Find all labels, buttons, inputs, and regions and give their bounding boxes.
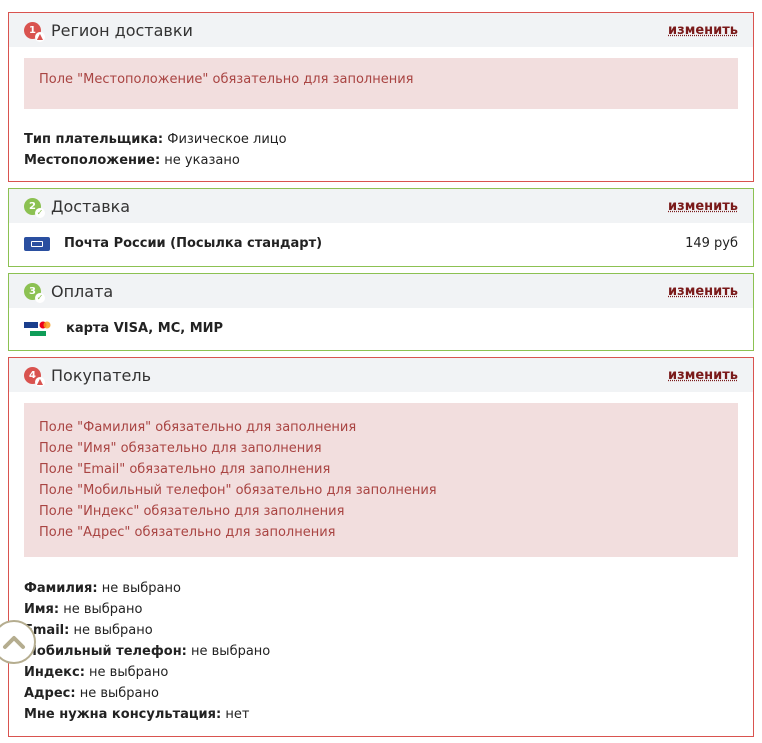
info-value: Физическое лицо (167, 132, 287, 147)
step-4-error-icon: 4 ▲ (24, 366, 45, 387)
payment-title: Оплата (51, 281, 114, 301)
warning-icon: ▲ (35, 376, 45, 387)
info-row: Тип плательщика: Физическое лицо (24, 129, 738, 150)
delivery-header: 2 ✓ Доставка изменить (9, 189, 753, 223)
info-row: Местоположение: не указано (24, 150, 738, 171)
info-value: не выбрано (79, 686, 159, 701)
info-row: Имя: не выбрано (24, 599, 738, 620)
buyer-title: Покупатель (51, 365, 152, 385)
info-row: Мобильный телефон: не выбрано (24, 641, 738, 662)
delivery-price: 149 руб (685, 236, 738, 251)
delivery-title: Доставка (51, 196, 131, 216)
payment-change-link[interactable]: изменить (668, 284, 738, 299)
info-row: Фамилия: не выбрано (24, 578, 738, 599)
info-value: не выбрано (191, 644, 271, 659)
delivery-block: 2 ✓ Доставка изменить Почта России (Посы… (8, 188, 754, 267)
region-title: Регион доставки (51, 20, 193, 40)
payment-header: 3 ✓ Оплата изменить (9, 274, 753, 308)
info-row: Мне нужна консультация: нет (24, 704, 738, 725)
alert-message: Поле "Фамилия" обязательно для заполнени… (39, 420, 357, 435)
check-icon: ✓ (35, 207, 45, 218)
info-label: Адрес: (24, 686, 76, 701)
buyer-info: Фамилия: не выбрано Имя: не выбрано Emai… (9, 578, 753, 725)
region-info: Тип плательщика: Физическое лицо Местопо… (9, 129, 753, 171)
info-row: Email: не выбрано (24, 620, 738, 641)
buyer-header: 4 ▲ Покупатель изменить (9, 358, 753, 392)
alert-message: Поле "Имя" обязательно для заполнения (39, 441, 322, 456)
info-row: Индекс: не выбрано (24, 662, 738, 683)
delivery-change-link[interactable]: изменить (668, 199, 738, 214)
info-value: не указано (164, 153, 240, 168)
alert-message: Поле "Местоположение" обязательно для за… (39, 72, 414, 87)
payment-block: 3 ✓ Оплата изменить карта VISA, MC, МИР (8, 273, 754, 351)
info-label: Тип плательщика: (24, 132, 164, 147)
alert-message: Поле "Адрес" обязательно для заполнения (39, 525, 336, 540)
info-value: не выбрано (101, 581, 181, 596)
warning-icon: ▲ (35, 31, 45, 42)
alert-message: Поле "Мобильный телефон" обязательно для… (39, 483, 437, 498)
info-value: не выбрано (73, 623, 153, 638)
info-label: Имя: (24, 602, 60, 617)
info-row: Адрес: не выбрано (24, 683, 738, 704)
region-change-link[interactable]: изменить (668, 23, 738, 38)
payment-method-row: карта VISA, MC, МИР (9, 308, 753, 349)
payment-method-name: карта VISA, MC, МИР (66, 321, 224, 336)
check-icon: ✓ (35, 292, 45, 303)
info-label: Фамилия: (24, 581, 98, 596)
delivery-service-row: Почта России (Посылка стандарт) 149 руб (9, 223, 753, 264)
buyer-alert: Поле "Фамилия" обязательно для заполнени… (24, 403, 738, 557)
info-value: нет (225, 707, 250, 722)
alert-message: Поле "Индекс" обязательно для заполнения (39, 504, 345, 519)
buyer-block: 4 ▲ Покупатель изменить Поле "Фамилия" о… (8, 357, 754, 737)
info-value: не выбрано (63, 602, 143, 617)
info-label: Мобильный телефон: (24, 644, 187, 659)
step-3-ok-icon: 3 ✓ (24, 282, 45, 303)
info-label: Местоположение: (24, 153, 161, 168)
region-header: 1 ▲ Регион доставки изменить (9, 13, 753, 47)
region-block: 1 ▲ Регион доставки изменить Поле "Место… (8, 12, 754, 182)
info-label: Индекс: (24, 665, 85, 680)
delivery-service-name: Почта России (Посылка стандарт) (64, 236, 323, 251)
russian-post-logo-icon (24, 236, 50, 251)
card-payment-logo-icon (24, 321, 51, 336)
step-1-error-icon: 1 ▲ (24, 21, 45, 42)
info-label: Мне нужна консультация: (24, 707, 222, 722)
step-2-ok-icon: 2 ✓ (24, 197, 45, 218)
chevron-up-icon (3, 636, 25, 649)
info-value: не выбрано (89, 665, 169, 680)
buyer-change-link[interactable]: изменить (668, 368, 738, 383)
region-alert: Поле "Местоположение" обязательно для за… (24, 58, 738, 109)
alert-message: Поле "Email" обязательно для заполнения (39, 462, 331, 477)
